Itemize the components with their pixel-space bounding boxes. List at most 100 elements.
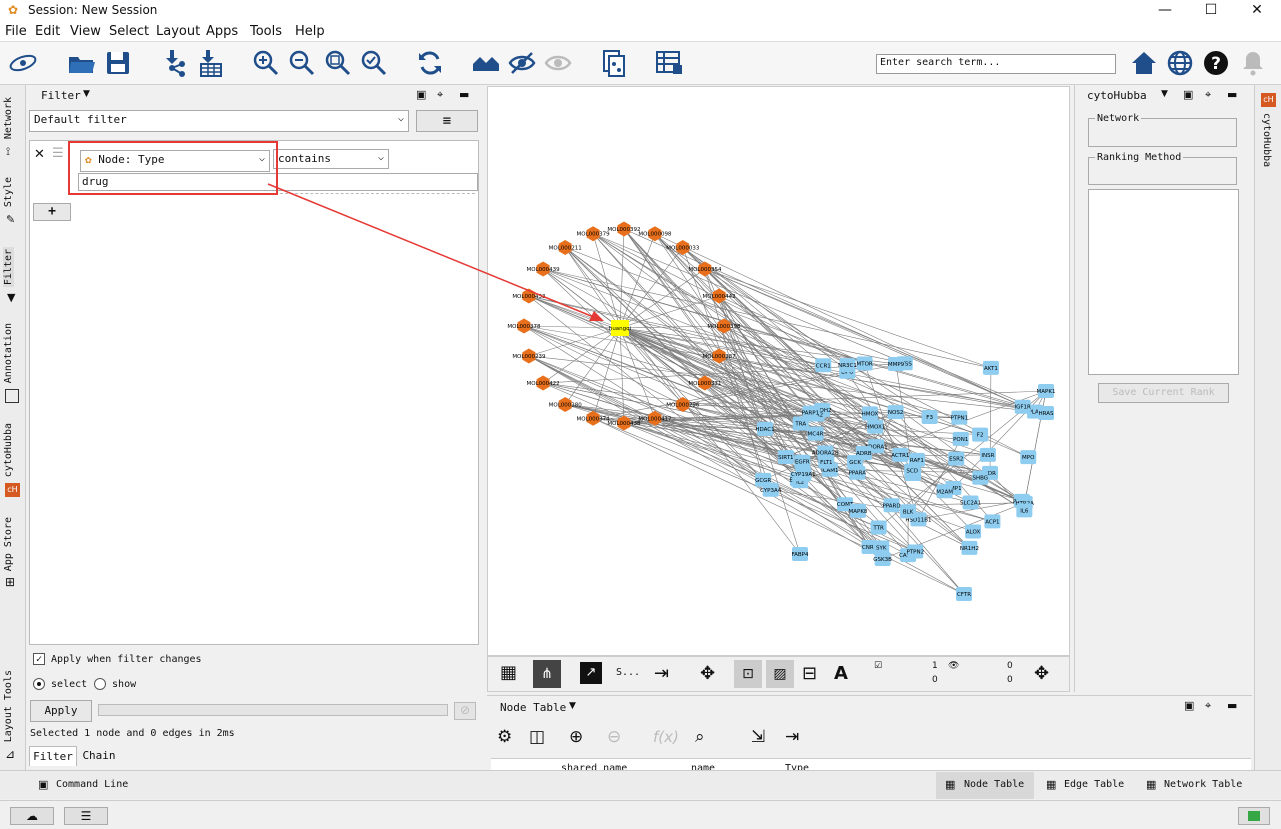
network-edge[interactable] [623,228,965,595]
pin-panel-icon[interactable]: ⌖ [437,88,443,102]
help-icon[interactable]: ? [1201,48,1231,78]
edge-table-tab[interactable]: ▦ Edge Table [1044,772,1136,799]
layout-icon[interactable]: ✥ [700,663,715,684]
condition-operator-dropdown[interactable]: contains ⌵ [273,149,389,169]
tab-app-store[interactable]: App Store [3,517,14,571]
tab-layout-tools[interactable]: Layout Tools [3,670,14,742]
add-column-icon[interactable]: ⊕ [569,727,583,747]
delete-column-icon[interactable]: ⊖ [607,727,621,747]
select-nodes-icon[interactable]: ⊡ [734,660,762,688]
show-columns-icon[interactable]: ◫ [529,727,545,747]
save-icon[interactable] [103,48,133,78]
panel-menu-arrow-icon[interactable]: ▼ [1161,89,1168,99]
annotation-select-icon[interactable]: ⊟ [802,663,817,684]
add-condition-button[interactable]: + [33,203,71,221]
float-panel-icon[interactable]: ▣ [416,88,426,101]
apply-when-changes-checkbox[interactable]: ✓ Apply when filter changes [33,653,202,665]
cytoscape-home-icon[interactable] [8,48,38,78]
remove-condition-icon[interactable]: ✕ [34,147,45,162]
zoom-out-icon[interactable] [287,48,317,78]
zoom-in-icon[interactable] [251,48,281,78]
network-edge[interactable] [542,327,621,384]
task-list-icon[interactable]: ☰ [64,807,108,825]
menu-view[interactable]: View [70,24,101,39]
menu-apps[interactable]: Apps [206,24,238,39]
export-table-icon[interactable]: ⇥ [785,727,799,747]
panel-menu-arrow-icon[interactable]: ▼ [569,701,576,711]
tab-annotation[interactable]: Annotation [3,323,14,383]
network-edge[interactable] [565,247,919,520]
cloud-icon[interactable]: ☁ [10,807,54,825]
network-edge[interactable] [592,327,621,419]
menu-layout[interactable]: Layout [156,24,200,39]
menu-tools[interactable]: Tools [250,24,282,39]
minimize-button[interactable]: — [1142,0,1188,22]
close-button[interactable]: ✕ [1234,0,1280,22]
show-all-icon[interactable] [543,48,573,78]
tab-style[interactable]: Style [3,177,14,207]
cancel-icon[interactable]: ⊘ [454,702,476,720]
network-canvas[interactable]: MOL000392 MOL000098 MOL000033 MOL000354 MOL0… [487,86,1070,656]
export-network-icon[interactable]: ⇥ [654,663,669,684]
menu-help[interactable]: Help [295,24,325,39]
tab-network[interactable]: Network [3,97,14,139]
grid-view-icon[interactable]: ▦ [500,663,517,683]
network-edge[interactable] [543,268,1036,412]
menu-edit[interactable]: Edit [35,24,60,39]
network-edge[interactable] [565,247,865,364]
float-panel-icon[interactable]: ▣ [1184,699,1194,712]
memory-status-icon[interactable] [1238,807,1270,825]
ranking-results-list[interactable] [1088,189,1239,375]
minimize-panel-icon[interactable]: ▬ [1227,88,1237,101]
panel-menu-arrow-icon[interactable]: ▼ [83,89,90,99]
select-edges-icon[interactable]: ▨ [766,660,794,688]
maximize-button[interactable]: ☐ [1188,0,1234,22]
pin-panel-icon[interactable]: ⌖ [1205,699,1211,713]
node-table-tab[interactable]: ▦ Node Table [936,772,1034,799]
open-folder-icon[interactable] [66,48,96,78]
tab-cytohubba-right[interactable]: cytoHubba [1261,113,1272,167]
function-builder-icon[interactable]: f(x) [653,728,679,746]
network-table-tab[interactable]: ▦ Network Table [1144,772,1254,799]
export-image-icon[interactable]: ↗ [580,662,602,684]
tab-filter[interactable]: Filter [3,247,14,288]
hide-selected-icon[interactable] [507,48,537,78]
tab-cytohubba[interactable]: cytoHubba [3,423,14,477]
menu-file[interactable]: File [5,24,27,39]
new-network-from-selection-icon[interactable] [599,48,629,78]
network-view-icon[interactable]: ⋔ [533,660,561,688]
minimize-panel-icon[interactable]: ▬ [1227,699,1237,712]
home-icon[interactable] [1129,48,1159,78]
navigator-icon[interactable]: ✥ [1034,663,1049,684]
network-edge[interactable] [528,295,848,366]
notification-bell-icon[interactable] [1238,48,1268,78]
gear-icon[interactable]: ⚙ [497,727,512,747]
zoom-fit-icon[interactable] [323,48,353,78]
tab-filter-subtab[interactable]: Filter [29,746,77,766]
text-annotation-icon[interactable]: A [834,663,848,684]
globe-icon[interactable] [1165,48,1195,78]
zoom-selected-icon[interactable] [359,48,389,78]
show-radio[interactable]: show [94,678,136,690]
command-line-tab[interactable]: Command Line [56,779,128,790]
refresh-icon[interactable] [415,48,445,78]
apply-button[interactable]: Apply [30,700,92,722]
default-filter-dropdown[interactable]: Default filter ⌵ [29,110,409,132]
save-current-rank-button[interactable]: Save Current Rank [1098,383,1229,403]
drag-handle-icon[interactable]: ☰ [52,146,64,161]
menu-select[interactable]: Select [109,24,149,39]
network-edge[interactable] [619,327,684,405]
search-icon[interactable]: ⌕ [695,727,705,747]
import-table-icon[interactable] [196,48,226,78]
tab-chain-subtab[interactable]: Chain [79,746,119,766]
search-input[interactable]: Enter search term... [876,54,1116,74]
first-neighbors-icon[interactable] [471,48,501,78]
table-view-icon[interactable] [654,48,684,78]
pin-panel-icon[interactable]: ⌖ [1205,88,1211,102]
filter-options-menu-button[interactable]: ≡ [416,110,478,132]
import-table-icon[interactable]: ⇲ [751,727,765,747]
select-radio[interactable]: select [33,678,87,690]
network-graph[interactable]: MOL000392MOL000098 MOL000033 MOL000354 MOL0… [488,87,1071,657]
more-tools-label[interactable]: S... [616,667,640,678]
import-network-icon[interactable] [160,48,190,78]
